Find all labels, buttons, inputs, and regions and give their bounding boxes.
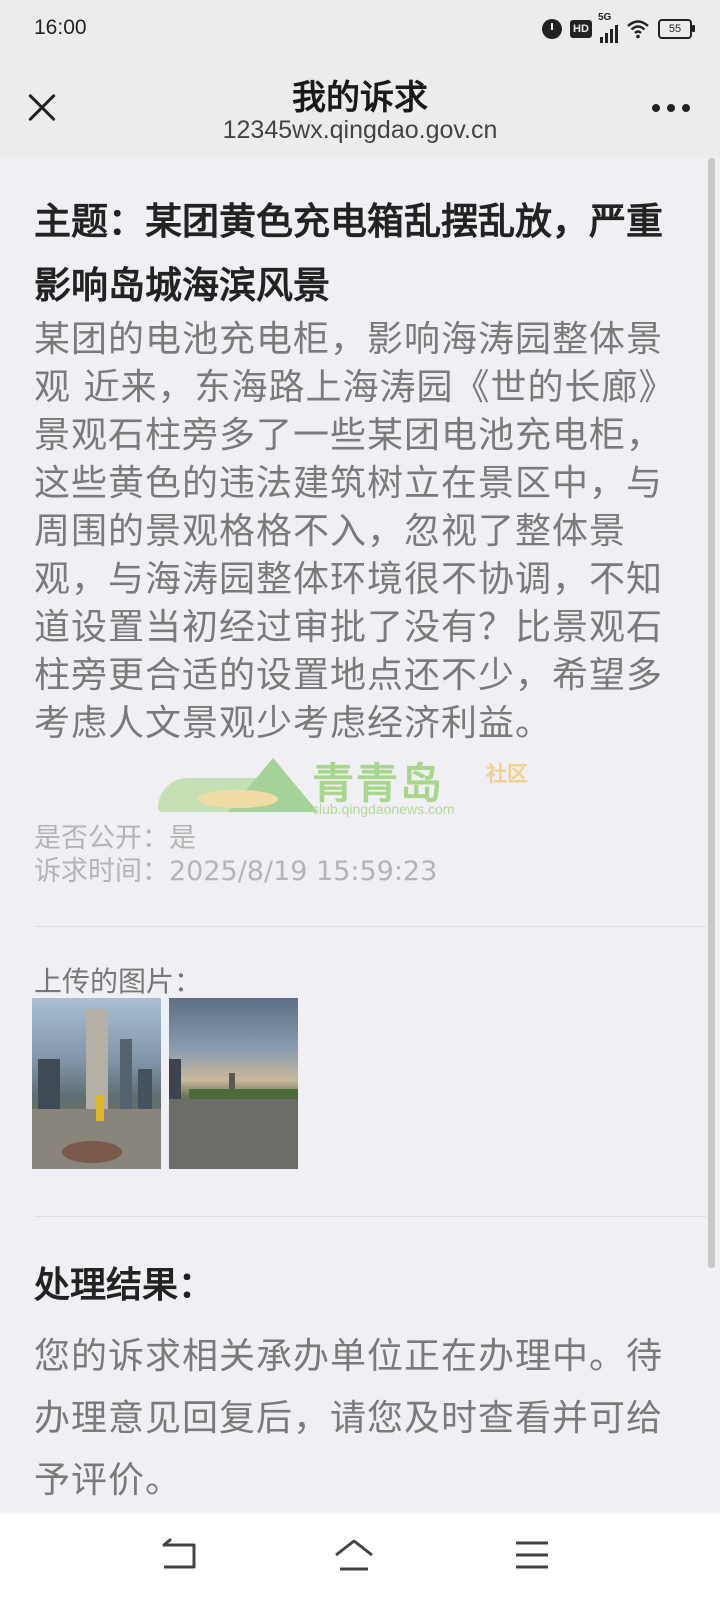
complaint-subject: 主题：某团黄色充电箱乱摆乱放，严重影响岛城海滨风景 bbox=[34, 200, 663, 307]
scrollbar[interactable] bbox=[706, 158, 720, 1513]
more-icon[interactable] bbox=[652, 104, 690, 112]
result-text: 您的诉求相关承办单位正在办理中。待办理意见回复后，请您及时查看并可给予评价。 bbox=[34, 1336, 664, 1501]
alarm-icon bbox=[542, 19, 562, 39]
scroll-thumb[interactable] bbox=[708, 158, 715, 1268]
hd-icon: HD bbox=[570, 20, 592, 38]
watermark-logo: 青青岛 社区 club.qingdaonews.com bbox=[158, 746, 558, 826]
home-icon[interactable] bbox=[332, 1535, 376, 1575]
result-title: 处理结果： bbox=[34, 1265, 215, 1306]
public-status: 是否公开：是 bbox=[34, 823, 196, 854]
system-nav-bar bbox=[0, 1513, 720, 1600]
app-header: 我的诉求 12345wx.qingdao.gov.cn bbox=[0, 58, 720, 158]
status-time: 16:00 bbox=[34, 16, 87, 39]
status-icons: HD 5G 55 bbox=[542, 12, 695, 43]
uploaded-photo-2[interactable] bbox=[169, 998, 298, 1169]
back-icon[interactable] bbox=[158, 1535, 202, 1575]
status-bar: 16:00 HD 5G 55 bbox=[0, 0, 720, 58]
uploaded-photo-1[interactable] bbox=[32, 998, 161, 1169]
page-url: 12345wx.qingdao.gov.cn bbox=[222, 116, 498, 144]
complaint-description: 某团的电池充电柜，影响海涛园整体景观 近来，东海路上海涛园《世的长廊》景观石柱旁… bbox=[34, 319, 664, 744]
watermark-url: club.qingdaonews.com bbox=[312, 801, 455, 817]
divider bbox=[34, 1216, 706, 1217]
upload-label: 上传的图片： bbox=[34, 965, 203, 998]
watermark-club: 社区 bbox=[486, 762, 528, 786]
complaint-time: 诉求时间：2025/8/19 15:59:23 bbox=[34, 856, 438, 887]
menu-icon[interactable] bbox=[510, 1535, 554, 1575]
signal-5g-icon: 5G bbox=[598, 12, 618, 43]
complaint-content[interactable]: 主题：某团黄色充电箱乱摆乱放，严重影响岛城海滨风景 某团的电池充电柜，影响海涛园… bbox=[0, 158, 706, 1513]
complaint-meta: 是否公开：是 诉求时间：2025/8/19 15:59:23 bbox=[34, 822, 437, 888]
battery-icon: 55 bbox=[658, 19, 695, 39]
wifi-icon bbox=[627, 20, 649, 39]
divider bbox=[34, 926, 706, 927]
page-title: 我的诉求 bbox=[292, 78, 428, 118]
